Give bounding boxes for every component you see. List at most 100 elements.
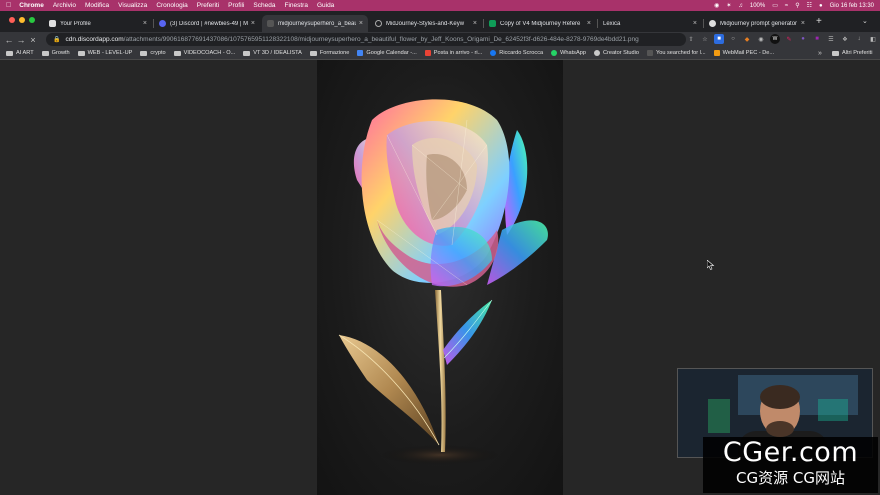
tab-github-styles[interactable]: MidJourney-Styles-and-Keyw × <box>370 15 482 32</box>
extension-icon[interactable]: ■ <box>812 34 822 44</box>
apple-icon[interactable]:  <box>6 2 11 9</box>
tab-title: (3) Discord | #newbies-49 | M <box>170 20 248 27</box>
back-arrow-icon[interactable]: ← <box>3 35 15 45</box>
lock-icon[interactable]: 🔒 <box>53 36 60 43</box>
bookmark-folder-other[interactable]: Altri Preferiti <box>832 50 872 56</box>
sidebar-icon[interactable]: ◧ <box>868 34 878 44</box>
share-icon[interactable]: ⇧ <box>686 34 696 44</box>
tab-title: Your Profile <box>60 20 91 27</box>
volume-icon[interactable]: ♫ <box>738 3 743 9</box>
battery-icon[interactable]: ▭ <box>772 2 778 9</box>
tab-title: Copy of V4 Midjourney Refere <box>500 20 581 27</box>
mouse-cursor-icon <box>707 260 715 270</box>
bookmark-folder-crypto[interactable]: crypto <box>140 50 166 56</box>
bookmark-folder-formazione[interactable]: Formazione <box>309 50 349 56</box>
bookmark-folder-growth[interactable]: Growth <box>41 50 70 56</box>
menu-archivio[interactable]: Archivio <box>53 2 76 9</box>
color-picker-extension-icon[interactable]: ✎ <box>784 34 794 44</box>
menu-preferiti[interactable]: Preferiti <box>197 2 219 9</box>
bookmark-folder-vt-3d[interactable]: VT 3D / IDEALISTA <box>243 50 302 56</box>
macos-menu-bar:  Chrome Archivio Modifica Visualizza Cr… <box>0 0 880 11</box>
sheets-favicon-icon <box>489 20 496 27</box>
tab-midjourney-image[interactable]: midjourneysuperhero_a_beau × <box>262 15 368 32</box>
tab-title: Midjourney prompt generator <box>720 20 798 27</box>
tab-close-icon[interactable]: × <box>473 20 477 27</box>
tab-close-icon[interactable]: × <box>693 20 697 27</box>
menu-cronologia[interactable]: Cronologia <box>156 2 187 9</box>
maximize-window-button[interactable] <box>29 17 35 23</box>
tab-close-icon[interactable]: × <box>143 20 147 27</box>
spotlight-search-icon[interactable]: ⚲ <box>795 2 799 9</box>
extension-icon[interactable]: ■ <box>714 34 724 44</box>
extension-icon[interactable]: ○ <box>728 34 738 44</box>
bookmark-star-icon[interactable]: ☆ <box>700 34 710 44</box>
tab-close-icon[interactable]: × <box>359 20 363 27</box>
bookmark-google-calendar[interactable]: Google Calendar -... <box>357 50 417 56</box>
stop-loading-icon[interactable]: × <box>27 35 39 45</box>
bookmark-webmail-pec[interactable]: WebMail PEC - De... <box>713 50 774 56</box>
minimize-window-button[interactable] <box>19 17 25 23</box>
download-icon[interactable]: ↓ <box>854 34 864 44</box>
forward-arrow-icon[interactable]: → <box>15 35 27 45</box>
record-icon[interactable]: ◉ <box>714 2 719 9</box>
folder-icon <box>832 50 839 56</box>
generator-favicon-icon <box>709 20 716 27</box>
toolbar-icons: ⇧ ☆ ■ ○ ◆ ◉ W ✎ ● ■ ☰ ❖ ↓ ◧ ⋮ <box>686 34 880 44</box>
bookmark-folder-ai-art[interactable]: AI ART <box>6 50 34 56</box>
menu-scheda[interactable]: Scheda <box>253 2 275 9</box>
bookmarks-overflow-chevron[interactable]: » <box>818 50 822 57</box>
bluetooth-icon[interactable]: ✶ <box>726 2 731 9</box>
bookmark-folder-web-level-up[interactable]: WEB - LEVEL-UP <box>77 50 132 56</box>
folder-icon <box>41 50 49 56</box>
calendar-icon <box>357 50 364 56</box>
tab-prompt-generator[interactable]: Midjourney prompt generator × <box>704 15 810 32</box>
tab-close-icon[interactable]: × <box>801 20 805 27</box>
gmail-icon <box>424 50 431 56</box>
watermark: CGer.com CG资源 CG网站 <box>703 437 878 493</box>
browser-toolbar: ← → × 🔒 cdn.discordapp.com/attachments/9… <box>0 32 880 47</box>
bookmark-facebook[interactable]: Riccardo Scrocca <box>490 50 543 56</box>
tab-close-icon[interactable]: × <box>251 20 255 27</box>
folder-icon <box>140 50 148 56</box>
tab-search-chevron-icon[interactable]: ⌄ <box>862 17 868 25</box>
menu-visualizza[interactable]: Visualizza <box>118 2 147 9</box>
new-tab-button[interactable]: + <box>816 17 822 27</box>
tab-close-icon[interactable]: × <box>587 20 591 27</box>
watermark-sub-text: CG资源 CG网站 <box>736 469 845 487</box>
battery-percent: 100% <box>749 2 766 9</box>
bookmark-gmail[interactable]: Posta in arrivo - ri... <box>424 50 482 56</box>
menu-guida[interactable]: Guida <box>317 2 334 9</box>
close-window-button[interactable] <box>9 17 15 23</box>
menu-modifica[interactable]: Modifica <box>85 2 109 9</box>
address-bar[interactable]: 🔒 cdn.discordapp.com/attachments/9906168… <box>46 33 686 46</box>
webmail-icon <box>713 50 720 56</box>
bookmark-folder-videocoach[interactable]: VIDEOCOACH - O... <box>173 50 235 56</box>
siri-icon[interactable]: ● <box>819 3 823 9</box>
extension-icon[interactable]: ● <box>798 34 808 44</box>
generated-flower-image[interactable] <box>317 60 563 495</box>
url-path: /attachments/990616877691437086/10757659… <box>123 36 639 43</box>
menu-profili[interactable]: Profili <box>228 2 244 9</box>
metamask-extension-icon[interactable]: ◆ <box>742 34 752 44</box>
bookmark-whatsapp[interactable]: WhatsApp <box>551 50 586 56</box>
wifi-icon[interactable]: ≈ <box>785 3 788 9</box>
extensions-puzzle-icon[interactable]: ❖ <box>840 34 850 44</box>
discord-favicon-icon <box>159 20 166 27</box>
reading-list-icon[interactable]: ☰ <box>826 34 836 44</box>
menu-chrome[interactable]: Chrome <box>19 2 44 9</box>
control-center-icon[interactable]: ☷ <box>807 2 812 9</box>
tab-v4-reference[interactable]: Copy of V4 Midjourney Refere × <box>484 15 596 32</box>
window-controls <box>9 17 35 23</box>
bookmark-creator-studio[interactable]: Creator Studio <box>593 50 639 56</box>
extension-icon[interactable]: W <box>770 34 780 44</box>
tab-lexica[interactable]: Lexica × <box>598 15 702 32</box>
extension-icon[interactable]: ◉ <box>756 34 766 44</box>
folder-icon <box>173 50 181 56</box>
clock[interactable]: Gio 16 feb 13:30 <box>830 3 874 9</box>
bookmark-you-searched[interactable]: You searched for l... <box>647 50 706 56</box>
tab-discord[interactable]: (3) Discord | #newbies-49 | M × <box>154 15 260 32</box>
menu-finestra[interactable]: Finestra <box>284 2 307 9</box>
tab-your-profile[interactable]: Your Profile × <box>44 15 152 32</box>
folder-icon <box>6 50 13 56</box>
url-host: cdn.discordapp.com <box>65 36 124 43</box>
